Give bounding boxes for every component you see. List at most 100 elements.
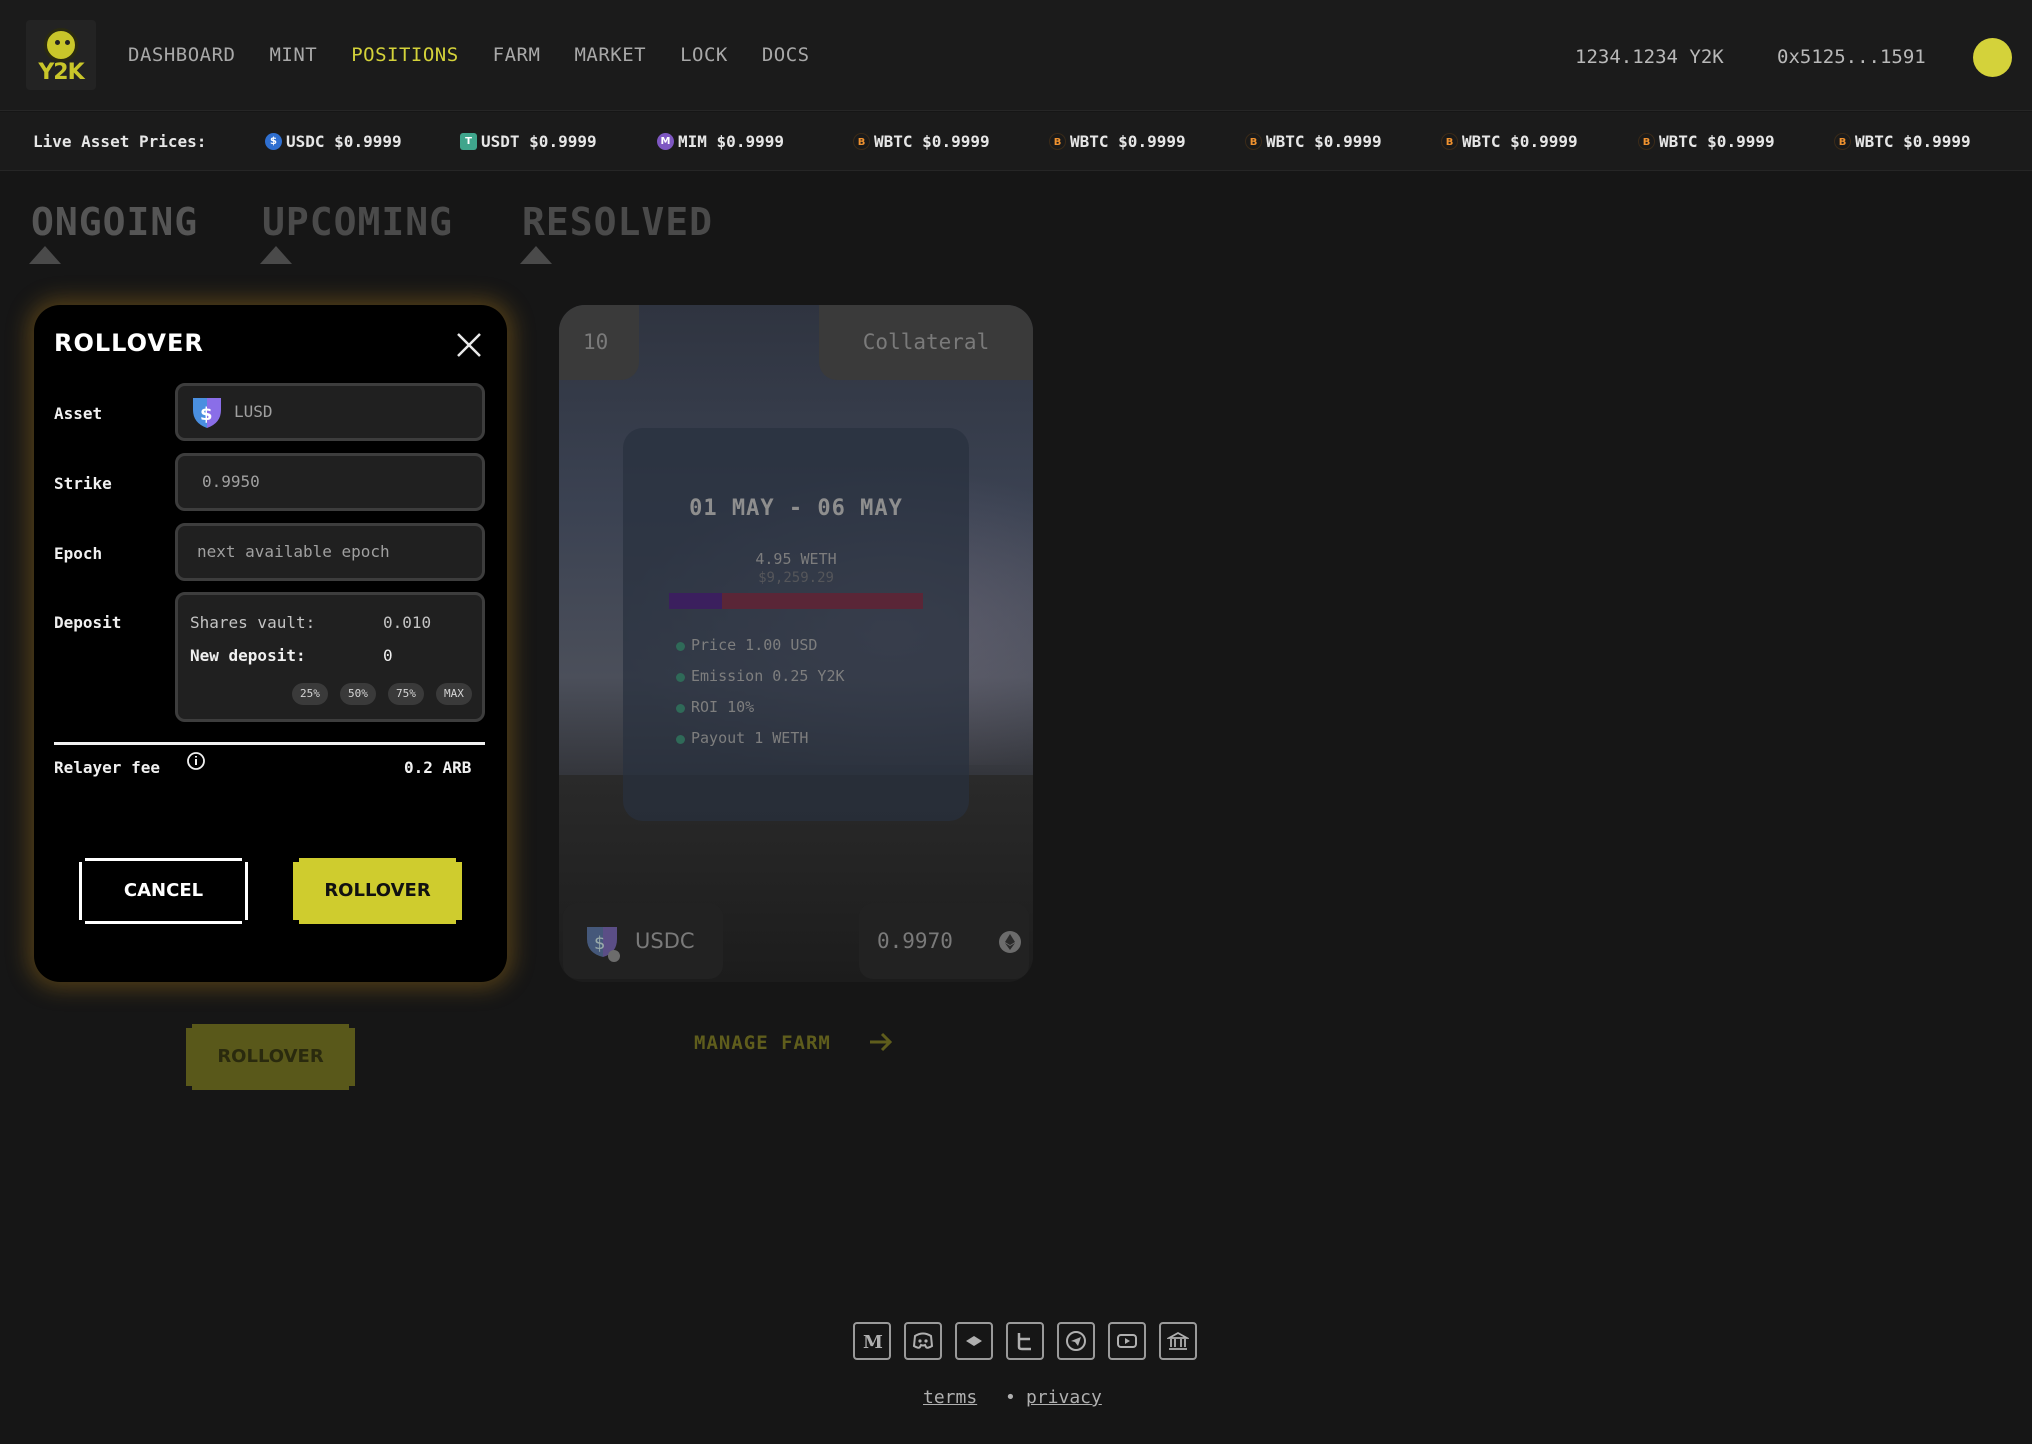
card-details-panel: 01 MAY - 06 MAY 4.95 WETH $9,259.29 Pric… xyxy=(623,428,969,821)
epoch-progress-fill xyxy=(669,593,723,609)
price-ticker: Live Asset Prices: $ USDC $0.9999 T USDT… xyxy=(0,112,2032,171)
top-navbar: Y2K DASHBOARD MINT POSITIONS FARM MARKET… xyxy=(0,0,2032,111)
tab-upcoming[interactable]: UPCOMING xyxy=(262,200,453,244)
strike-select[interactable]: 0.9950 xyxy=(175,453,485,511)
deposit-label: Deposit xyxy=(54,613,122,632)
new-deposit-label: New deposit: xyxy=(190,646,306,665)
deposit-box: Shares vault: 0.010 New deposit: 0 25% 5… xyxy=(175,592,485,722)
manage-farm-link[interactable]: MANAGE FARM xyxy=(694,1032,831,1054)
max-button[interactable]: MAX xyxy=(436,683,472,705)
y2k-logo[interactable]: Y2K xyxy=(26,20,96,90)
divider xyxy=(54,742,485,745)
info-icon[interactable] xyxy=(186,751,206,771)
epoch-progress-bar xyxy=(669,593,923,609)
asset-value: LUSD xyxy=(234,402,273,421)
ticker-item: B WBTC $0.9999 xyxy=(853,132,990,151)
wbtc-icon: B xyxy=(1245,133,1262,150)
mim-icon: M xyxy=(657,133,674,150)
discord-icon[interactable] xyxy=(904,1322,942,1360)
svg-text:$: $ xyxy=(200,404,213,425)
ticker-item: $ USDC $0.9999 xyxy=(265,132,402,151)
position-amount-usd: $9,259.29 xyxy=(758,570,834,586)
tab-ongoing[interactable]: ONGOING xyxy=(31,200,198,244)
main-nav: DASHBOARD MINT POSITIONS FARM MARKET LOC… xyxy=(128,44,844,66)
tab-upcoming-indicator xyxy=(260,246,292,264)
usdc-icon: $ xyxy=(265,133,282,150)
card-type: Collateral xyxy=(819,305,1033,380)
strike-value: 0.9950 xyxy=(202,472,260,491)
epoch-select[interactable]: next available epoch xyxy=(175,523,485,581)
ticker-item: B WBTC $0.9999 xyxy=(1245,132,1382,151)
youtube-icon[interactable] xyxy=(1108,1322,1146,1360)
twitter-icon[interactable] xyxy=(1006,1322,1044,1360)
detail-price: Price 1.00 USD xyxy=(675,636,818,654)
svg-text:$: $ xyxy=(594,933,605,954)
terms-link[interactable]: terms xyxy=(923,1387,977,1408)
nav-dashboard[interactable]: DASHBOARD xyxy=(128,44,235,66)
card-strike: 0.9970 xyxy=(859,903,1029,979)
epoch-label: Epoch xyxy=(54,544,103,563)
wallet-avatar[interactable] xyxy=(1973,38,2012,77)
nav-docs[interactable]: DOCS xyxy=(762,44,810,66)
privacy-link[interactable]: privacy xyxy=(1026,1387,1102,1408)
usdt-icon: T xyxy=(460,133,477,150)
pct-75-button[interactable]: 75% xyxy=(388,683,424,705)
wallet-address[interactable]: 0x5125...1591 xyxy=(1777,46,1926,68)
nav-lock[interactable]: LOCK xyxy=(680,44,728,66)
position-card: 10 Collateral 01 MAY - 06 MAY 4.95 WETH … xyxy=(559,305,1033,982)
position-amount: 4.95 WETH xyxy=(755,550,837,568)
detail-roi: ROI 10% xyxy=(675,698,755,716)
tab-resolved-indicator xyxy=(520,246,552,264)
relayer-fee-value: 0.2 ARB xyxy=(404,758,472,777)
rollover-modal: ROLLOVER Asset $ LUSD Strike 0.9950 Epoc… xyxy=(34,305,507,982)
card-asset-label: USDC xyxy=(635,929,695,953)
eth-icon xyxy=(999,931,1021,953)
nav-market[interactable]: MARKET xyxy=(574,44,646,66)
ticker-item: M MIM $0.9999 xyxy=(657,132,784,151)
pct-50-button[interactable]: 50% xyxy=(340,683,376,705)
relayer-fee-label: Relayer fee xyxy=(54,758,160,777)
card-asset: $ USDC xyxy=(563,903,723,979)
rollover-button-background[interactable]: ROLLOVER xyxy=(186,1024,355,1090)
tab-ongoing-indicator xyxy=(29,246,61,264)
card-id: 10 xyxy=(559,305,639,380)
wbtc-icon: B xyxy=(1834,133,1851,150)
nav-mint[interactable]: MINT xyxy=(269,44,317,66)
token-balance: 1234.1234 Y2K xyxy=(1575,46,1724,68)
ticker-item: B WBTC $0.9999 xyxy=(1834,132,1971,151)
asset-label: Asset xyxy=(54,404,103,423)
close-icon[interactable] xyxy=(455,331,483,359)
new-deposit-input[interactable]: 0 xyxy=(383,646,393,665)
detail-payout: Payout 1 WETH xyxy=(675,729,809,747)
medium-icon[interactable]: M xyxy=(853,1322,891,1360)
rollover-button[interactable]: ROLLOVER xyxy=(293,858,462,924)
modal-title: ROLLOVER xyxy=(54,329,204,357)
epoch-date-range: 01 MAY - 06 MAY xyxy=(689,496,903,521)
card-strike-value: 0.9970 xyxy=(877,929,953,953)
lusd-icon: $ xyxy=(193,398,221,428)
smiley-icon xyxy=(44,28,78,62)
arrow-right-icon[interactable] xyxy=(868,1030,894,1054)
wbtc-icon: B xyxy=(1049,133,1066,150)
gitbook-icon[interactable] xyxy=(955,1322,993,1360)
shares-vault-label: Shares vault: xyxy=(190,613,316,632)
cancel-button[interactable]: CANCEL xyxy=(79,858,248,924)
pct-25-button[interactable]: 25% xyxy=(292,683,328,705)
ticker-item: B WBTC $0.9999 xyxy=(1049,132,1186,151)
usdc-icon: $ xyxy=(587,927,620,962)
wbtc-icon: B xyxy=(853,133,870,150)
telegram-icon[interactable] xyxy=(1057,1322,1095,1360)
wbtc-icon: B xyxy=(1441,133,1458,150)
footer-separator: • xyxy=(1005,1387,1016,1408)
shares-vault-value: 0.010 xyxy=(383,613,432,632)
nav-positions[interactable]: POSITIONS xyxy=(351,44,458,66)
svg-text:M: M xyxy=(863,1332,883,1352)
ticker-item: B WBTC $0.9999 xyxy=(1441,132,1578,151)
nav-farm[interactable]: FARM xyxy=(493,44,541,66)
tab-resolved[interactable]: RESOLVED xyxy=(522,200,713,244)
detail-emission: Emission 0.25 Y2K xyxy=(676,667,845,685)
epoch-value: next available epoch xyxy=(197,542,390,561)
asset-select[interactable]: $ LUSD xyxy=(175,383,485,441)
ticker-label: Live Asset Prices: xyxy=(33,132,207,151)
governance-icon[interactable] xyxy=(1159,1322,1197,1360)
